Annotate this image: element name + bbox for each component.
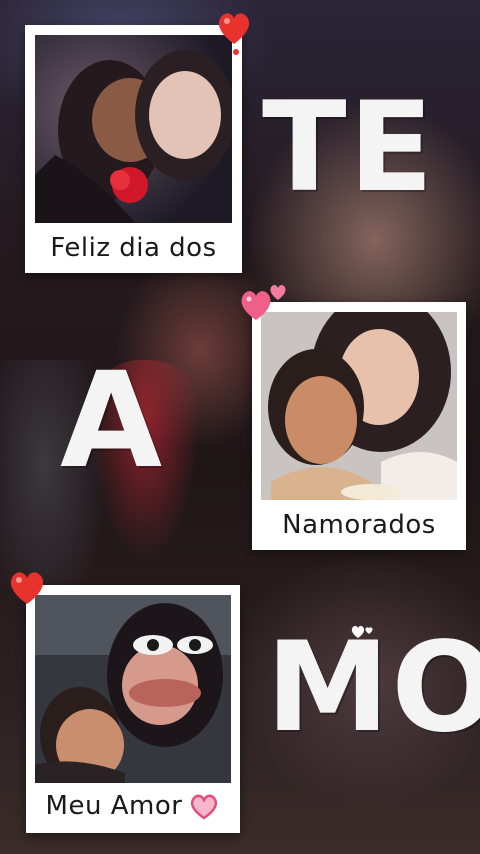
- photo-selfie-image: [261, 312, 457, 500]
- pink-double-heart-icon: [241, 284, 286, 320]
- caption-middle: Namorados: [282, 510, 436, 540]
- headline-te: TE: [262, 76, 436, 220]
- caption-bottom-text: Meu Amor: [45, 791, 183, 821]
- pink-outline-heart-icon: [191, 794, 218, 820]
- polaroid-bottom: Meu Amor: [26, 585, 240, 833]
- photo-funny-image: [35, 595, 231, 783]
- heart-sparkle-icon: [233, 49, 239, 55]
- red-heart-icon: [218, 13, 250, 44]
- red-heart-icon-bottom: [10, 572, 44, 604]
- polaroid-middle: Namorados: [252, 302, 466, 550]
- caption-top: Feliz dia dos: [50, 233, 217, 263]
- photo-kiss: [35, 35, 232, 223]
- photo-funny: [35, 595, 231, 783]
- headline-a: A: [60, 344, 165, 498]
- photo-selfie: [261, 312, 457, 500]
- caption-bottom: Meu Amor: [26, 791, 240, 821]
- polaroid-top: Feliz dia dos: [25, 25, 242, 273]
- small-white-hearts-icon: [351, 625, 373, 638]
- photo-kiss-image: [35, 35, 232, 223]
